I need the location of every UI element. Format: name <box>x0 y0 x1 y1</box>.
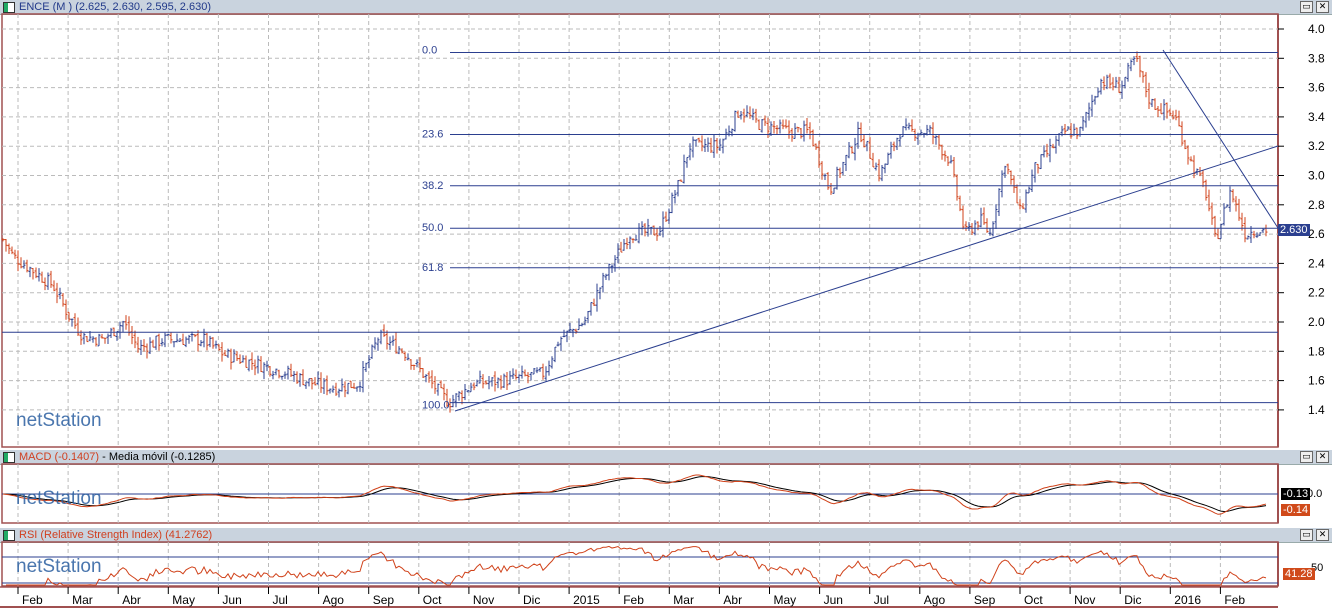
x-tick-label: Sep <box>373 593 395 607</box>
x-tick-label: Mar <box>72 593 93 607</box>
macd-signal-badge: -0.14 <box>1281 504 1311 516</box>
netstation-logo: netStation <box>16 556 102 577</box>
rsi-line <box>6 545 1267 586</box>
rsi-value-badge: 41.28 <box>1283 568 1315 580</box>
x-tick-label: Dic <box>1124 593 1141 607</box>
x-tick-label: 2015 <box>573 593 600 607</box>
y-tick-label: 2.0 <box>1308 315 1325 329</box>
macd-value-badge: -0.13 <box>1281 488 1311 500</box>
y-tick-label: 3.0 <box>1308 169 1325 183</box>
y-tick-label: 3.8 <box>1308 51 1325 65</box>
macd-line <box>2 474 1267 515</box>
downtrend-line <box>1162 49 1279 229</box>
x-tick-label: Jun <box>222 593 241 607</box>
x-tick-label: Jun <box>824 593 843 607</box>
y-tick-label: 3.4 <box>1308 110 1325 124</box>
chart-window: ENCE (M ) (2.625, 2.630, 2.595, 2.630) ▭… <box>0 0 1332 610</box>
panel-frame <box>1 13 1279 448</box>
chart-canvas: Feb Mar Abr May Jun Jul Ago Sep Oct Nov Dic 2015 Feb… <box>0 13 1325 608</box>
x-tick-label: May <box>172 593 195 607</box>
y-tick-label: 3.6 <box>1308 81 1325 95</box>
x-tick-label: Feb <box>623 593 644 607</box>
fib-label: 61.8 <box>422 262 443 274</box>
fib-label: 0.0 <box>422 44 437 56</box>
fib-label: 50.0 <box>422 222 443 234</box>
x-tick-label: Jul <box>273 593 288 607</box>
x-tick-label: Feb <box>1224 593 1245 607</box>
y-tick-label: 1.6 <box>1308 374 1325 388</box>
x-tick-label: Dic <box>523 593 540 607</box>
x-tick-label: Jul <box>874 593 889 607</box>
y-tick-label: 2.2 <box>1308 286 1325 300</box>
x-tick-label: Oct <box>423 593 442 607</box>
x-tick-label: Ago <box>323 593 345 607</box>
x-tick-label: May <box>774 593 797 607</box>
y-tick-label: 2.8 <box>1308 198 1325 212</box>
y-tick-label: 2.4 <box>1308 256 1325 270</box>
fib-label: 100.0 <box>422 400 450 412</box>
macd-zero-label: 0.0 <box>1307 488 1323 500</box>
netstation-logo: netStation <box>16 410 102 431</box>
x-tick-label: Ago <box>924 593 946 607</box>
y-tick-label: 2.6 <box>1308 227 1325 241</box>
x-tick-label: Oct <box>1024 593 1043 607</box>
x-tick-label: Feb <box>22 593 43 607</box>
fib-label: 23.6 <box>422 128 443 140</box>
x-tick-label: Mar <box>673 593 694 607</box>
y-tick-label: 1.4 <box>1308 403 1325 417</box>
x-tick-label: Nov <box>473 593 494 607</box>
y-tick-label: 4.0 <box>1308 22 1325 36</box>
netstation-logo: netStation <box>16 488 102 509</box>
y-tick-label: 3.2 <box>1308 139 1325 153</box>
fib-label: 38.2 <box>422 180 443 192</box>
x-tick-label: Nov <box>1074 593 1095 607</box>
x-tick-label: Abr <box>723 593 742 607</box>
x-tick-label: Sep <box>974 593 996 607</box>
x-tick-label: 2016 <box>1174 593 1201 607</box>
x-tick-label: Abr <box>122 593 141 607</box>
y-tick-label: 1.8 <box>1308 344 1325 358</box>
last-price-badge: 2.630 <box>1278 224 1310 236</box>
